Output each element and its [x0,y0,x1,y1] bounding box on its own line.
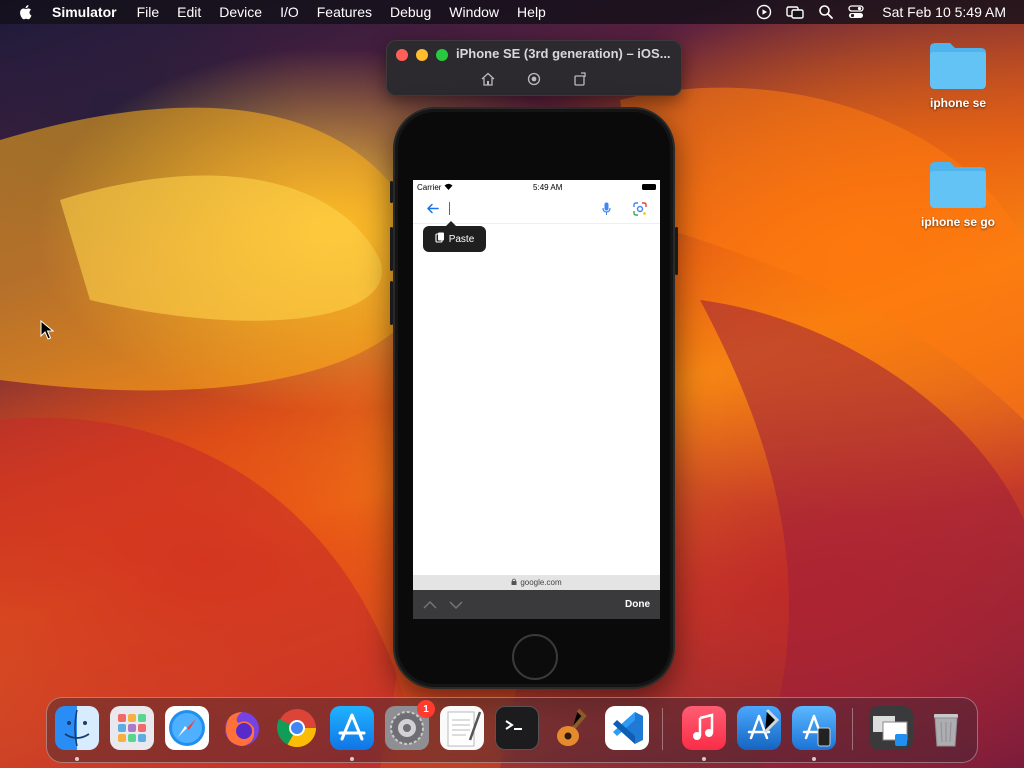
dock-xcode-icon[interactable] [737,706,781,750]
iphone-device-frame: Carrier 5:49 AM Paste google.com Done [390,107,678,689]
dock-firefox-icon[interactable] [220,706,264,750]
running-indicator [702,757,706,761]
minimize-window-button[interactable] [416,49,428,61]
zoom-window-button[interactable] [436,49,448,61]
paste-label: Paste [448,233,475,245]
dock-chrome-icon[interactable] [275,706,319,750]
menu-edit[interactable]: Edit [177,4,201,20]
running-indicator [75,757,79,761]
chevron-down-icon[interactable] [449,596,463,614]
search-bar[interactable] [413,194,660,224]
keyboard-accessory-bar: Done [413,590,660,619]
menu-bar: Simulator File Edit Device I/O Features … [0,0,1024,24]
dock-system-settings-icon[interactable]: 1 [385,700,435,750]
dock-terminal-icon[interactable] [495,706,539,750]
dock-vscode-icon[interactable] [605,706,649,750]
lock-icon [511,578,517,587]
rotate-icon[interactable] [572,71,588,87]
desktop-folder-label: iphone se go [920,215,995,229]
home-icon[interactable] [480,71,496,87]
microphone-icon[interactable] [602,202,611,221]
menu-window[interactable]: Window [449,4,499,20]
menu-app-name[interactable]: Simulator [52,4,117,20]
side-button[interactable] [675,227,678,275]
close-window-button[interactable] [396,49,408,61]
menu-io[interactable]: I/O [280,4,299,20]
menu-clock[interactable]: Sat Feb 10 5:49 AM [882,4,1006,20]
running-indicator [812,757,816,761]
dock-simulator-icon[interactable] [792,706,836,750]
menu-help[interactable]: Help [517,4,546,20]
device-screen[interactable]: Carrier 5:49 AM Paste google.com Done [413,180,660,619]
desktop-folder-iphone-se-go[interactable]: iphone se go [913,159,1003,229]
apple-menu-icon[interactable] [18,4,36,20]
done-button[interactable]: Done [625,599,650,610]
menu-file[interactable]: File [137,4,160,20]
screen-mirroring-icon[interactable] [786,4,804,20]
volume-up-button[interactable] [390,227,393,271]
paste-popover[interactable]: Paste [423,221,486,252]
spotlight-search-icon[interactable] [818,4,834,20]
desktop-folder-label: iphone se [929,96,986,110]
screenshot-icon[interactable] [526,71,542,87]
battery-icon [642,184,656,190]
dock: 1 [46,697,978,763]
notification-badge: 1 [417,700,435,718]
mouse-pointer-icon [40,319,55,345]
menu-features[interactable]: Features [317,4,372,20]
folder-icon [928,159,988,209]
wifi-icon [444,183,453,192]
chevron-up-icon[interactable] [423,596,437,614]
google-lens-icon[interactable] [633,202,647,221]
dock-textedit-icon[interactable] [440,706,484,750]
url-text: google.com [520,578,562,587]
volume-down-button[interactable] [390,281,393,325]
folder-icon [928,40,988,90]
dock-app-store-icon[interactable] [330,706,374,750]
play-circle-icon[interactable] [756,4,772,20]
dock-trash-icon[interactable] [924,706,968,750]
dock-separator [662,708,663,750]
clipboard-icon [435,232,445,246]
dock-finder-icon[interactable] [55,706,99,750]
home-button[interactable] [512,634,558,680]
running-indicator [350,757,354,761]
text-cursor [449,202,450,215]
dock-launchpad-icon[interactable] [110,706,154,750]
dock-music-icon[interactable] [682,706,726,750]
ios-status-bar: Carrier 5:49 AM [413,180,660,194]
window-controls [396,49,448,61]
simulator-window-toolbar[interactable]: iPhone SE (3rd generation) – iOS... [386,40,682,96]
menu-device[interactable]: Device [219,4,262,20]
dock-safari-icon[interactable] [165,706,209,750]
desktop-folder-iphone-se[interactable]: iphone se [913,40,1003,110]
url-bar[interactable]: google.com [413,575,660,590]
dock-downloads-stack-icon[interactable] [869,706,913,750]
status-time: 5:49 AM [533,182,563,192]
dock-garageband-icon[interactable] [550,706,594,750]
control-center-icon[interactable] [848,4,864,20]
back-arrow-icon[interactable] [426,202,439,220]
mute-switch[interactable] [390,181,393,203]
menu-debug[interactable]: Debug [390,4,431,20]
carrier-label: Carrier [417,182,442,192]
simulator-window-title: iPhone SE (3rd generation) – iOS... [456,46,671,61]
dock-separator [852,708,853,750]
